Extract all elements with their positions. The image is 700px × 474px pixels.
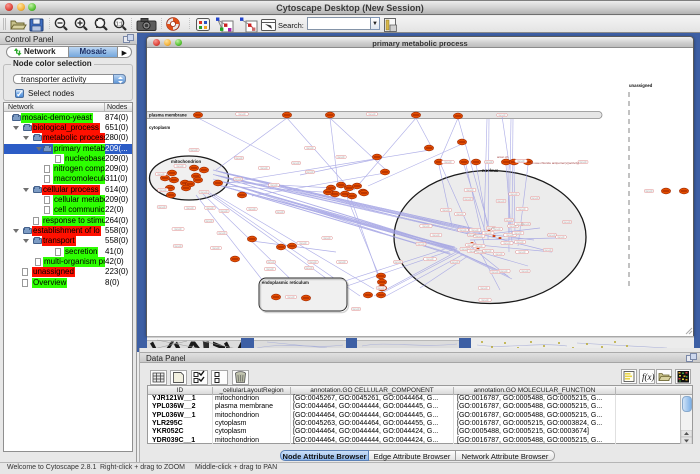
svg-text:Gm-t0: Gm-t0 [158, 173, 166, 176]
svg-text:Gm-t0: Gm-t0 [457, 213, 465, 216]
svg-text:Gm-t0: Gm-t0 [477, 251, 485, 254]
svg-text:Gm-t0: Gm-t0 [175, 228, 183, 231]
svg-text:Gm-t0: Gm-t0 [494, 228, 502, 231]
svg-text:Gm-t0: Gm-t0 [519, 251, 527, 254]
svg-text:Gm-t0: Gm-t0 [580, 161, 588, 164]
svg-text:Gm-t0: Gm-t0 [506, 219, 514, 222]
svg-text:Gm-t0: Gm-t0 [249, 208, 257, 211]
svg-text:Gm-t0: Gm-t0 [191, 149, 199, 152]
svg-text:Gm-t0: Gm-t0 [378, 287, 386, 290]
svg-text:Gm-t0: Gm-t0 [504, 242, 512, 245]
svg-text:Gm-t0: Gm-t0 [221, 210, 229, 213]
svg-text:Gm-t0: Gm-t0 [481, 287, 489, 290]
svg-text:Gm-t0: Gm-t0 [277, 211, 285, 214]
svg-text:Gm-t0: Gm-t0 [239, 113, 247, 116]
svg-text:Gm-t0: Gm-t0 [213, 247, 221, 250]
svg-text:Gm-t0: Gm-t0 [532, 197, 540, 200]
svg-text:Gm-t0: Gm-t0 [268, 261, 276, 264]
svg-text:Gm-t0: Gm-t0 [501, 270, 509, 273]
svg-text:Gm-t0: Gm-t0 [564, 221, 572, 224]
svg-text:Gm-t0: Gm-t0 [338, 156, 346, 159]
svg-text:Gm-t0: Gm-t0 [522, 270, 530, 273]
svg-text:nucleus: nucleus [482, 168, 499, 173]
svg-text:cytoplasm: cytoplasm [149, 125, 170, 130]
svg-text:Gm-t0: Gm-t0 [261, 167, 269, 170]
svg-text:Gm-t0: Gm-t0 [558, 236, 566, 239]
svg-text:Gm-t0: Gm-t0 [159, 206, 167, 209]
svg-text:Gm-t0: Gm-t0 [545, 249, 553, 252]
svg-text:Gm-t0: Gm-t0 [476, 245, 484, 248]
svg-text:endoplasmic reticulum: endoplasmic reticulum [262, 280, 309, 285]
svg-text:Gm-t0: Gm-t0 [507, 234, 515, 237]
svg-text:f(x): f(x) [642, 372, 655, 382]
svg-text:Gm-t0: Gm-t0 [418, 243, 426, 246]
svg-text:Gm-t0: Gm-t0 [395, 261, 403, 264]
svg-text:Gm-t0: Gm-t0 [187, 207, 195, 210]
svg-text:Gm-t0: Gm-t0 [549, 234, 557, 237]
svg-text:Gm-t0: Gm-t0 [445, 161, 453, 164]
svg-text:Gm-t0: Gm-t0 [443, 209, 451, 212]
svg-text:Gm-t0: Gm-t0 [307, 171, 315, 174]
svg-text:Gm-t0: Gm-t0 [472, 229, 480, 232]
svg-text:Gm-t0: Gm-t0 [523, 223, 531, 226]
svg-text:Gm-t0: Gm-t0 [498, 200, 506, 203]
svg-text:Gm-t0: Gm-t0 [310, 261, 318, 264]
svg-text:Gm-t0: Gm-t0 [423, 225, 431, 228]
svg-text:Gm-t0: Gm-t0 [482, 299, 490, 302]
svg-text:Gm-t0: Gm-t0 [353, 308, 361, 311]
svg-text:Gm-t0: Gm-t0 [496, 253, 504, 256]
svg-text:Gm-t0: Gm-t0 [460, 229, 468, 232]
svg-text:Gm-t0: Gm-t0 [427, 258, 435, 261]
svg-text:1:1: 1:1 [116, 21, 123, 27]
svg-text:Gm-t0: Gm-t0 [219, 232, 227, 235]
svg-text:Gm-t0: Gm-t0 [307, 147, 315, 150]
svg-text:Gm-t0: Gm-t0 [485, 232, 493, 235]
svg-text:Gm-t0: Gm-t0 [433, 234, 441, 237]
svg-text:Gm-t0: Gm-t0 [324, 237, 332, 240]
svg-text:Gm-t0: Gm-t0 [339, 261, 347, 264]
svg-text:Gm-t0: Gm-t0 [499, 114, 507, 117]
svg-text:Gm-t0: Gm-t0 [235, 178, 243, 181]
svg-text:Gm-t0: Gm-t0 [293, 162, 301, 165]
svg-text:Gm-t0: Gm-t0 [646, 190, 654, 193]
svg-text:Gm-t0: Gm-t0 [201, 191, 209, 194]
svg-text:Gm-t0: Gm-t0 [288, 296, 296, 299]
svg-text:Gm-t0: Gm-t0 [465, 198, 473, 201]
svg-text:Gm-t0: Gm-t0 [518, 160, 526, 163]
svg-text:hexose:chloride antiporter(s)(: hexose:chloride antiporter(s)(activity) [530, 161, 579, 165]
svg-text:Gm-t0: Gm-t0 [519, 208, 527, 211]
svg-text:Gm-t0: Gm-t0 [300, 242, 308, 245]
svg-text:Gm-t0: Gm-t0 [486, 161, 494, 164]
svg-text:Gm-t0: Gm-t0 [177, 165, 185, 168]
svg-text:Gm-t0: Gm-t0 [267, 268, 275, 271]
svg-text:Gm-t0: Gm-t0 [160, 189, 168, 192]
svg-text:Gm-t0: Gm-t0 [467, 189, 475, 192]
svg-text:anion ch.: anion ch. [497, 155, 509, 159]
svg-text:Gm-t0: Gm-t0 [207, 207, 215, 210]
svg-text:Gm-t0: Gm-t0 [452, 261, 460, 264]
svg-text:unassigned: unassigned [629, 83, 653, 88]
svg-text:Gm-t0: Gm-t0 [511, 193, 519, 196]
svg-text:Gm-t0: Gm-t0 [476, 235, 484, 238]
svg-text:Gm-t0: Gm-t0 [517, 241, 525, 244]
svg-text:Gm-t0: Gm-t0 [306, 267, 314, 270]
svg-text:Gm-t0: Gm-t0 [492, 271, 500, 274]
svg-text:Gm-t0: Gm-t0 [515, 232, 523, 235]
svg-text:Gm-t0: Gm-t0 [206, 220, 214, 223]
svg-text:Gm-t0: Gm-t0 [271, 184, 279, 187]
svg-text:mitochondrion: mitochondrion [171, 159, 201, 164]
svg-text:Gm-t0: Gm-t0 [468, 244, 476, 247]
svg-text:Gm-t0: Gm-t0 [236, 157, 244, 160]
svg-text:Gm-t0: Gm-t0 [462, 248, 470, 251]
svg-text:Gm-t0: Gm-t0 [369, 113, 377, 116]
svg-text:Gm-t0: Gm-t0 [485, 250, 493, 253]
svg-text:plasma membrane: plasma membrane [149, 113, 187, 118]
svg-text:Gm-t0: Gm-t0 [175, 245, 183, 248]
